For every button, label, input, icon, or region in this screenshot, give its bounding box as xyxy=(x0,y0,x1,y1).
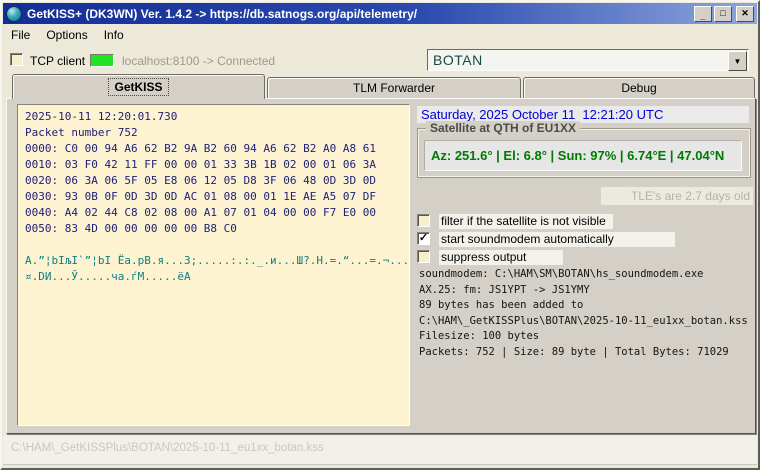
minimize-icon: _ xyxy=(700,11,706,21)
close-button[interactable]: ✕ xyxy=(736,5,754,22)
packet-log-textbox[interactable]: 2025-10-11 12:20:01.730 Packet number 75… xyxy=(17,104,410,426)
start-soundmodem-label[interactable]: start soundmodem automatically xyxy=(439,232,675,247)
start-soundmodem-checkbox[interactable]: ✓ xyxy=(417,232,430,245)
hex-line: 0030: 93 0B 0F 0D 3D 0D AC 01 08 00 01 1… xyxy=(25,190,376,203)
info-soundmodem-path: soundmodem: C:\HAM\SM\BOTAN\hs_soundmode… xyxy=(419,268,704,280)
session-info-block: soundmodem: C:\HAM\SM\BOTAN\hs_soundmode… xyxy=(419,267,755,360)
tcp-client-checkbox[interactable] xyxy=(10,53,23,66)
decoded-line: ¤.DИ...Ў.....ча.ѓM.....ёА xyxy=(25,270,191,283)
minimize-button[interactable]: _ xyxy=(694,5,712,22)
menu-options[interactable]: Options xyxy=(38,26,95,44)
info-kss-file-path: C:\HAM\_GetKISSPlus\BOTAN\2025-10-11_eu1… xyxy=(419,314,748,327)
tab-debug-label: Debug xyxy=(621,81,657,95)
tab-debug[interactable]: Debug xyxy=(523,77,755,98)
decoded-line: А.”¦bІљІ`”¦bІ Ёа.рB.я...3;.....:.:._.и..… xyxy=(25,254,410,267)
menu-file[interactable]: File xyxy=(3,26,38,44)
menu-info[interactable]: Info xyxy=(96,26,132,44)
tab-tlm-forwarder[interactable]: TLM Forwarder xyxy=(267,77,521,98)
tab-getkiss-label: GetKISS xyxy=(108,78,169,96)
application-window: GetKISS+ (DK3WN) Ver. 1.4.2 -> https://d… xyxy=(0,0,760,470)
tab-getkiss[interactable]: GetKISS xyxy=(12,74,265,99)
satellite-qth-groupbox: Satellite at QTH of EU1XX Az: 251.6° | E… xyxy=(417,121,751,178)
connection-led-indicator xyxy=(90,54,114,67)
connection-status-text: localhost:8100 -> Connected xyxy=(122,54,276,68)
app-globe-icon xyxy=(6,5,22,22)
info-ax25-route: AX.25: fm: JS1YPT -> JS1YMY xyxy=(419,283,590,296)
filter-not-visible-label[interactable]: filter if the satellite is not visible xyxy=(439,214,613,229)
title-bar: GetKISS+ (DK3WN) Ver. 1.4.2 -> https://d… xyxy=(3,3,757,24)
menu-bar: File Options Info xyxy=(3,25,757,45)
hex-line: 0000: C0 00 94 A6 62 B2 9A B2 60 94 A6 6… xyxy=(25,142,376,155)
tab-tlm-forwarder-label: TLM Forwarder xyxy=(352,81,435,95)
close-icon: ✕ xyxy=(741,8,749,18)
satellite-select[interactable]: BOTAN ▼ xyxy=(427,49,749,71)
status-bar: C:\HAM\_GetKISSPlus\BOTAN\2025-10-11_eu1… xyxy=(3,436,757,465)
hex-line: 0040: A4 02 44 C8 02 08 00 A1 07 01 04 0… xyxy=(25,206,376,219)
maximize-button[interactable]: □ xyxy=(714,5,732,22)
info-bytes-added: 89 bytes has been added to xyxy=(419,299,584,311)
suppress-output-label[interactable]: suppress output xyxy=(439,250,563,265)
az-el-sun-readout: Az: 251.6° | El: 6.8° | Sun: 97% | 6.74°… xyxy=(424,140,742,171)
maximize-icon: □ xyxy=(720,8,726,18)
chevron-down-icon[interactable]: ▼ xyxy=(728,51,747,71)
packet-timestamp: 2025-10-11 12:20:01.730 xyxy=(25,110,178,123)
connection-row: TCP client localhost:8100 -> Connected B… xyxy=(2,47,758,73)
current-file-path: C:\HAM\_GetKISSPlus\BOTAN\2025-10-11_eu1… xyxy=(11,442,324,454)
satellite-select-value: BOTAN xyxy=(433,52,483,68)
tcp-client-label[interactable]: TCP client xyxy=(30,54,85,68)
info-filesize: Filesize: 100 bytes xyxy=(419,330,540,342)
window-title: GetKISS+ (DK3WN) Ver. 1.4.2 -> https://d… xyxy=(27,6,418,21)
satellite-qth-group-title: Satellite at QTH of EU1XX xyxy=(426,121,581,135)
packet-number: Packet number 752 xyxy=(25,126,138,139)
tab-page-getkiss: 2025-10-11 12:20:01.730 Packet number 75… xyxy=(6,98,756,434)
suppress-output-checkbox[interactable] xyxy=(417,250,430,263)
hex-line: 0020: 06 3A 06 5F 05 E8 06 12 05 D8 3F 0… xyxy=(25,174,376,187)
hex-line: 0010: 03 F0 42 11 FF 00 00 01 33 3B 1B 0… xyxy=(25,158,376,171)
tle-age-label: TLE's are 2.7 days old xyxy=(601,187,753,205)
filter-not-visible-checkbox[interactable] xyxy=(417,214,430,227)
info-packet-stats: Packets: 752 | Size: 89 byte | Total Byt… xyxy=(419,345,729,358)
hex-line: 0050: 83 4D 00 00 00 00 00 B8 C0 xyxy=(25,222,237,235)
